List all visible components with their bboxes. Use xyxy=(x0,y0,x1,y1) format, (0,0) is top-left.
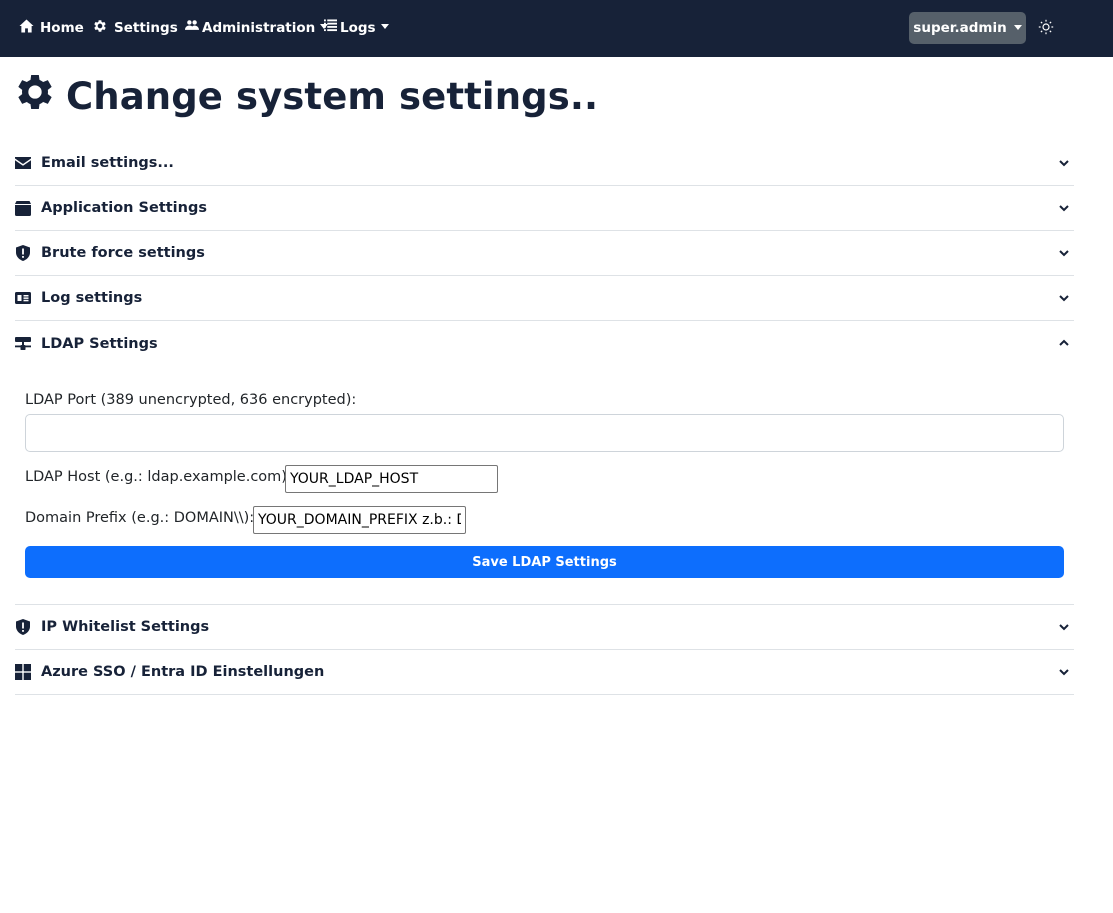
gear-icon xyxy=(15,72,55,121)
nav-logs-label: Logs xyxy=(340,19,376,36)
chevron-down-icon xyxy=(380,24,389,29)
domain-prefix-input[interactable] xyxy=(253,506,466,534)
save-ldap-settings-button[interactable]: Save LDAP Settings xyxy=(25,546,1064,578)
accordion-email-settings[interactable]: Email settings... xyxy=(15,141,1074,186)
accordion-label: Log settings xyxy=(41,290,143,306)
chevron-up-icon xyxy=(1058,337,1070,349)
accordion-label: Application Settings xyxy=(41,200,207,216)
envelope-icon xyxy=(15,155,31,171)
list-icon xyxy=(324,19,337,36)
accordion-label: IP Whitelist Settings xyxy=(41,619,210,635)
nav-settings-label: Settings xyxy=(114,19,178,36)
network-icon xyxy=(15,336,31,352)
accordion-label: LDAP Settings xyxy=(41,335,158,352)
chevron-down-icon xyxy=(1058,292,1070,304)
top-navbar: Home Settings Administration Logs super.… xyxy=(0,0,1113,57)
ldap-port-label: LDAP Port (389 unencrypted, 636 encrypte… xyxy=(25,392,357,408)
nav-home-link[interactable]: Home xyxy=(19,0,84,55)
accordion-ldap-settings[interactable]: LDAP Settings xyxy=(15,321,1074,366)
chevron-down-icon xyxy=(1013,24,1022,30)
users-icon xyxy=(185,19,199,36)
gear-icon xyxy=(92,18,108,38)
ldap-settings-panel: LDAP Port (389 unencrypted, 636 encrypte… xyxy=(15,365,1074,605)
accordion-azure-sso-settings[interactable]: Azure SSO / Entra ID Einstellungen xyxy=(15,650,1074,695)
user-menu-label: super.admin xyxy=(913,20,1007,36)
windows-icon xyxy=(15,664,31,680)
ldap-host-label: LDAP Host (e.g.: ldap.example.com): xyxy=(25,469,292,485)
nav-settings-link[interactable]: Settings xyxy=(92,0,178,55)
accordion-brute-force-settings[interactable]: Brute force settings xyxy=(15,231,1074,276)
chevron-down-icon xyxy=(1058,247,1070,259)
accordion-ip-whitelist-settings[interactable]: IP Whitelist Settings xyxy=(15,605,1074,650)
sun-icon xyxy=(1038,19,1054,39)
chevron-down-icon xyxy=(1058,202,1070,214)
chevron-down-icon xyxy=(1058,621,1070,633)
box-icon xyxy=(15,200,31,216)
domain-prefix-label: Domain Prefix (e.g.: DOMAIN\\): xyxy=(25,510,255,526)
nav-administration-dropdown[interactable]: Administration xyxy=(185,0,329,55)
nav-home-label: Home xyxy=(40,19,84,36)
chevron-down-icon xyxy=(1058,666,1070,678)
accordion-log-settings[interactable]: Log settings xyxy=(15,276,1074,321)
accordion-application-settings[interactable]: Application Settings xyxy=(15,186,1074,231)
user-menu-button[interactable]: super.admin xyxy=(909,12,1026,44)
shield-icon xyxy=(15,619,31,635)
theme-toggle-button[interactable] xyxy=(1038,19,1054,35)
card-icon xyxy=(15,290,31,306)
chevron-down-icon xyxy=(1058,157,1070,169)
home-icon xyxy=(19,18,34,37)
ldap-host-input[interactable] xyxy=(285,465,498,493)
nav-administration-label: Administration xyxy=(202,19,316,36)
page-title: Change system settings.. xyxy=(15,70,598,122)
accordion-label: Email settings... xyxy=(41,155,174,171)
accordion-label: Azure SSO / Entra ID Einstellungen xyxy=(41,664,325,680)
accordion-label: Brute force settings xyxy=(41,245,205,261)
nav-logs-dropdown[interactable]: Logs xyxy=(324,0,389,55)
shield-icon xyxy=(15,245,31,261)
ldap-port-input[interactable] xyxy=(25,414,1064,452)
page-title-text: Change system settings.. xyxy=(66,74,599,118)
